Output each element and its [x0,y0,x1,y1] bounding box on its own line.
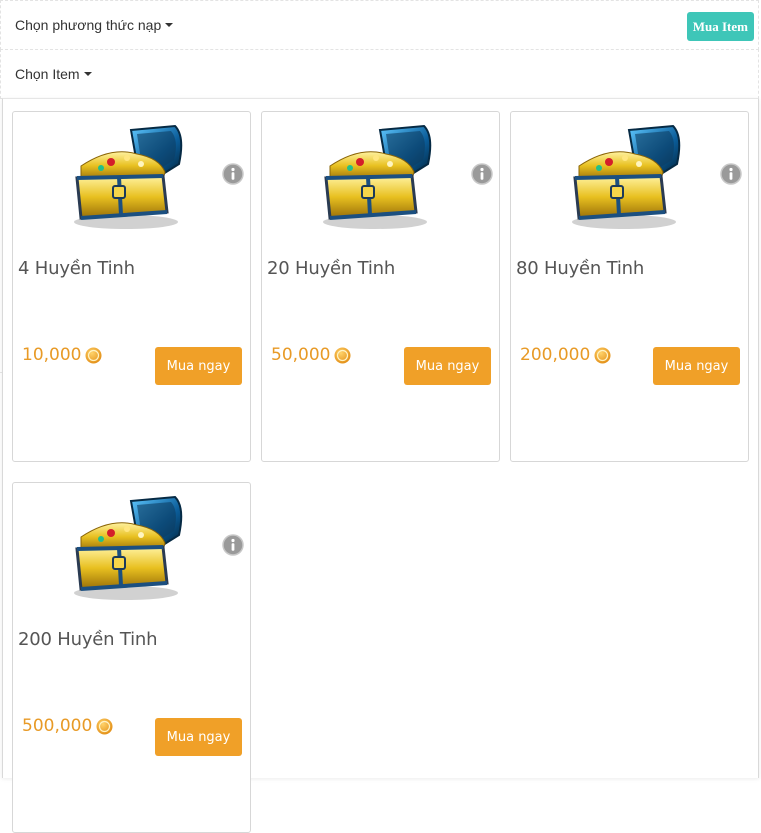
info-icon[interactable] [222,534,244,556]
product-name: 200 Huyền Tinh [18,629,158,650]
item-select-bar: Chọn Item [0,49,759,99]
treasure-chest-icon [569,124,685,230]
coin-icon [96,718,113,734]
treasure-chest-icon [320,124,436,230]
price-value: 50,000 [271,345,331,365]
treasure-chest-icon [71,124,187,230]
product-price: 50,000 [271,345,351,365]
product-price: 10,000 [22,345,102,365]
item-select-dropdown[interactable]: Chọn Item [15,66,92,82]
product-name: 20 Huyền Tinh [267,258,396,279]
product-grid-panel: 4 Huyền Tinh 10,000 Mua ngay 20 Huyền Ti… [2,98,759,833]
price-value: 200,000 [520,345,591,365]
product-name: 80 Huyền Tinh [516,258,645,279]
info-icon[interactable] [222,163,244,185]
buy-now-button[interactable]: Mua ngay [155,347,242,385]
buy-now-button[interactable]: Mua ngay [404,347,491,385]
product-card: 200 Huyền Tinh 500,000 Mua ngay [12,482,251,833]
product-price: 200,000 [520,345,611,365]
caret-down-icon [165,23,174,27]
payment-method-label: Chọn phương thức nạp [15,17,162,33]
coin-icon [85,347,102,363]
item-select-label: Chọn Item [15,66,80,82]
coin-icon [334,347,351,363]
coin-icon [594,347,611,363]
payment-method-dropdown[interactable]: Chọn phương thức nạp [15,17,174,33]
product-price: 500,000 [22,716,113,736]
buy-now-button[interactable]: Mua ngay [155,718,242,756]
caret-down-icon [83,72,92,76]
product-card: 80 Huyền Tinh 200,000 Mua ngay [510,111,749,462]
buy-item-button[interactable]: Mua Item [686,12,754,41]
buy-now-button[interactable]: Mua ngay [653,347,740,385]
price-value: 10,000 [22,345,82,365]
info-icon[interactable] [720,163,742,185]
info-icon[interactable] [471,163,493,185]
product-card: 4 Huyền Tinh 10,000 Mua ngay [12,111,251,462]
product-card: 20 Huyền Tinh 50,000 Mua ngay [261,111,500,462]
price-value: 500,000 [22,716,93,736]
product-name: 4 Huyền Tinh [18,258,135,279]
treasure-chest-icon [71,495,187,601]
payment-method-bar: Chọn phương thức nạp Mua Item [0,0,759,50]
